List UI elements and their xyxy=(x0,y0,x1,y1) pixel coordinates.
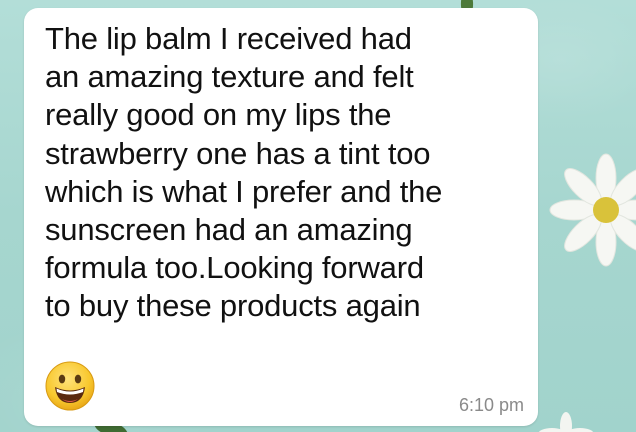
message-text: The lip balm I received had an amazing t… xyxy=(45,20,525,326)
message-line: The lip balm I received had xyxy=(45,21,412,56)
message-timestamp: 6:10 pm xyxy=(458,395,524,415)
message-line: strawberry one has a tint too xyxy=(45,135,431,171)
daisy-flower-decoration xyxy=(549,153,636,267)
message-line: really good on my lips the xyxy=(45,97,392,133)
message-line: sunscreen had an amazing xyxy=(45,212,413,248)
grinning-face-emoji-icon xyxy=(45,361,95,411)
message-line: an amazing texture and felt xyxy=(45,59,414,95)
daisy-flower-decoration xyxy=(538,412,594,432)
message-bubble[interactable]: The lip balm I received had an amazing t… xyxy=(24,8,538,426)
message-line: formula too.Looking forward xyxy=(45,250,424,286)
message-line: to buy these products again xyxy=(45,288,421,324)
message-line: which is what I prefer and the xyxy=(45,173,443,209)
